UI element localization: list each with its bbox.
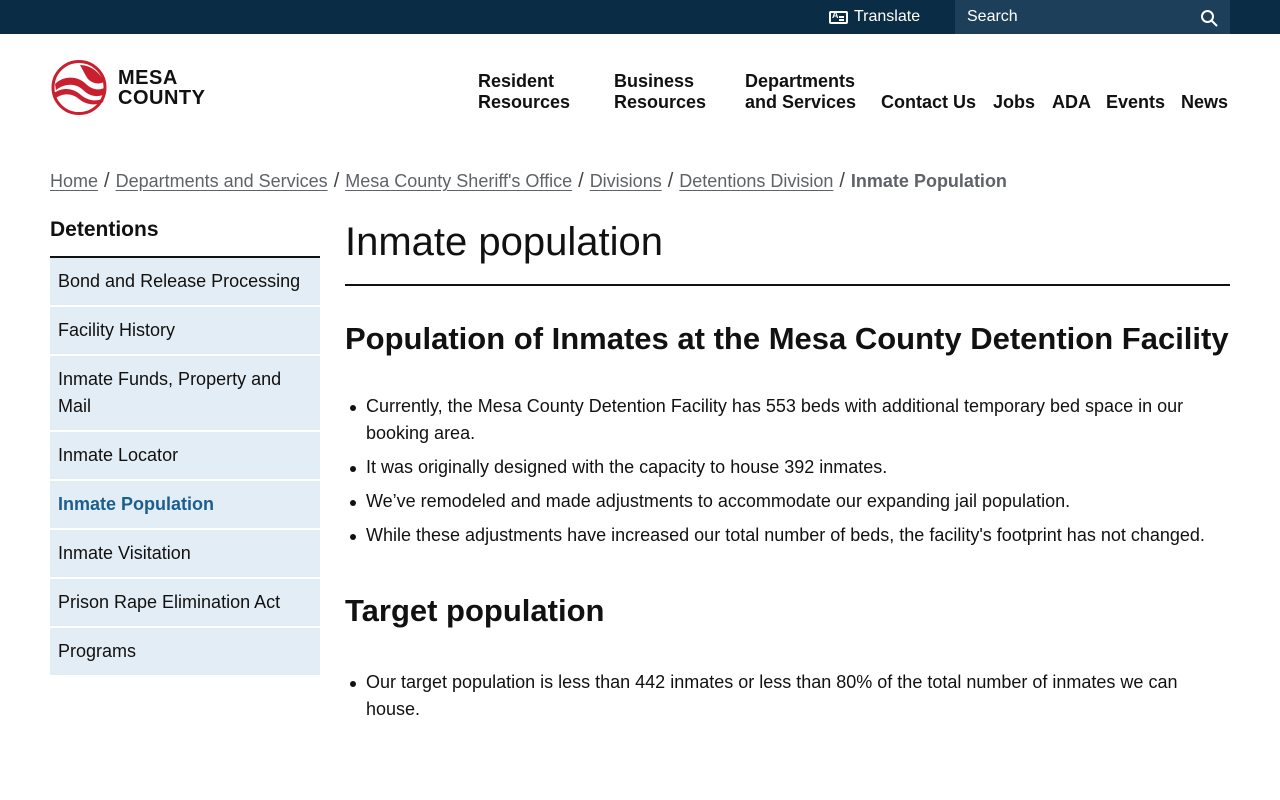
nav-ada[interactable]: ADA	[1052, 92, 1091, 113]
breadcrumb-departments[interactable]: Departments and Services	[116, 171, 328, 192]
translate-button[interactable]: Translate	[829, 0, 920, 34]
breadcrumb-separator: /	[667, 170, 674, 192]
translate-icon	[829, 10, 848, 24]
sidebar-item-inmate-locator[interactable]: Inmate Locator	[50, 432, 320, 481]
list-item: While these adjustments have increased o…	[350, 522, 1230, 549]
nav-resident-resources[interactable]: Resident Resources	[478, 71, 570, 113]
search-input[interactable]	[955, 0, 1185, 34]
breadcrumb-sheriffs-office[interactable]: Mesa County Sheriff's Office	[345, 171, 572, 192]
sidebar-item-inmate-population[interactable]: Inmate Population	[50, 481, 320, 530]
target-bullet-list: Our target population is less than 442 i…	[345, 669, 1230, 723]
nav-news[interactable]: News	[1181, 92, 1228, 113]
sidebar-list: Bond and Release Processing Facility His…	[50, 258, 320, 677]
translate-label: Translate	[854, 8, 921, 25]
list-item: Currently, the Mesa County Detention Fac…	[350, 393, 1230, 447]
sidebar-item-inmate-funds[interactable]: Inmate Funds, Property and Mail	[50, 356, 320, 432]
breadcrumb-separator: /	[839, 170, 845, 192]
breadcrumb-detentions-division[interactable]: Detentions Division	[679, 171, 833, 192]
breadcrumb-separator: /	[104, 170, 110, 192]
breadcrumb-separator: /	[578, 170, 584, 192]
section-sidebar: Detentions Bond and Release Processing F…	[50, 218, 320, 677]
breadcrumb-separator: /	[333, 170, 340, 192]
nav-contact-us[interactable]: Contact Us	[881, 92, 976, 113]
main-nav: Resident Resources Business Resources De…	[0, 71, 1280, 115]
nav-label: Business	[614, 71, 695, 91]
list-item: It was originally designed with the capa…	[350, 454, 1230, 481]
nav-events[interactable]: Events	[1106, 92, 1165, 113]
main-content: Inmate population Population of Inmates …	[345, 218, 1230, 730]
page-title: Inmate population	[345, 218, 1230, 286]
sidebar-item-programs[interactable]: Programs	[50, 628, 320, 677]
nav-business-resources[interactable]: Business Resources	[614, 71, 706, 113]
section-heading-population: Population of Inmates at the Mesa County…	[345, 321, 1229, 356]
section-heading-target-population: Target population	[345, 593, 605, 628]
utility-bar: Translate	[0, 0, 1280, 34]
nav-label: Resident	[478, 71, 555, 91]
nav-departments-and-services[interactable]: Departments and Services	[745, 71, 856, 113]
nav-label: Departments	[745, 71, 856, 91]
search-box	[955, 0, 1230, 34]
search-icon[interactable]	[1200, 9, 1218, 27]
nav-label: Resources	[614, 92, 707, 112]
sidebar-title: Detentions	[50, 218, 320, 258]
population-bullet-list: Currently, the Mesa County Detention Fac…	[345, 393, 1230, 549]
breadcrumb-divisions[interactable]: Divisions	[590, 171, 662, 192]
nav-jobs[interactable]: Jobs	[993, 92, 1035, 113]
nav-label: Resources	[478, 92, 571, 112]
breadcrumb-home[interactable]: Home	[50, 171, 98, 192]
nav-label: and Services	[745, 92, 857, 112]
sidebar-item-prea[interactable]: Prison Rape Elimination Act	[50, 579, 320, 628]
list-item: Our target population is less than 442 i…	[350, 669, 1230, 723]
list-item: We’ve remodeled and made adjustments to …	[350, 488, 1230, 515]
breadcrumb: Home / Departments and Services / Mesa C…	[50, 170, 1007, 193]
sidebar-item-inmate-visitation[interactable]: Inmate Visitation	[50, 530, 320, 579]
sidebar-item-facility-history[interactable]: Facility History	[50, 307, 320, 356]
sidebar-item-bond-and-release[interactable]: Bond and Release Processing	[50, 258, 320, 307]
breadcrumb-current: Inmate Population	[850, 171, 1007, 191]
